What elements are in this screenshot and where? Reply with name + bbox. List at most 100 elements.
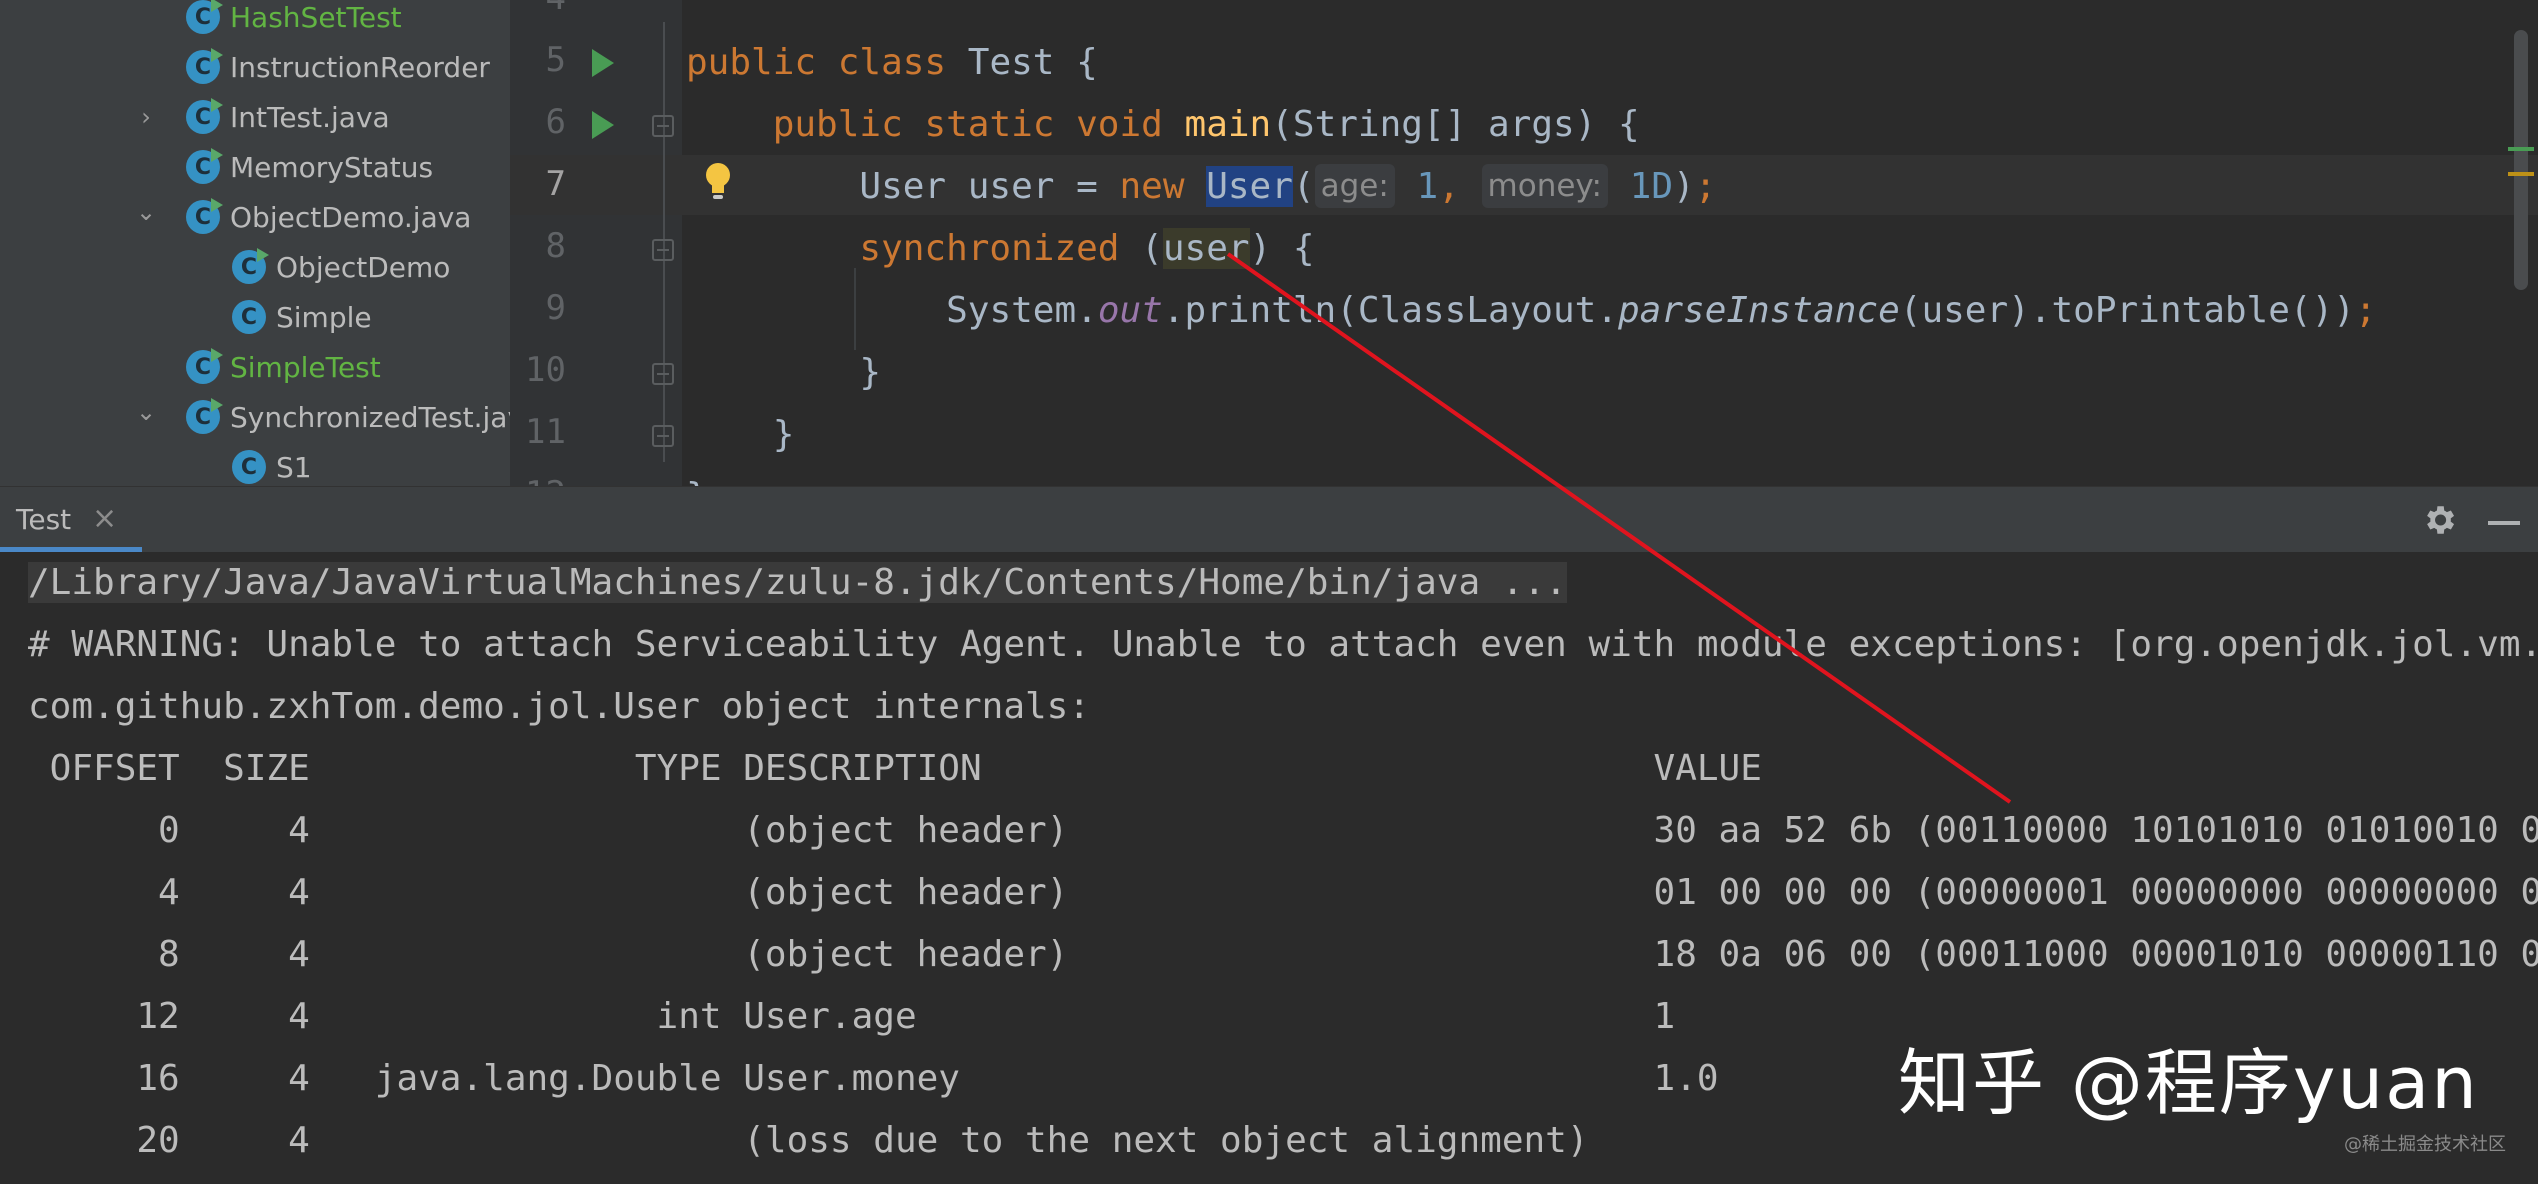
code-line-11: } xyxy=(686,405,795,465)
console-line: /Library/Java/JavaVirtualMachines/zulu-8… xyxy=(28,552,1567,614)
line-number: 5 xyxy=(545,40,566,80)
code-token: ; xyxy=(2354,290,2377,331)
code-token: System. xyxy=(946,290,1098,331)
code-token: 1 xyxy=(1416,166,1439,207)
change-marker[interactable] xyxy=(2508,147,2534,151)
tree-item-simpletest[interactable]: C SimpleTest xyxy=(0,342,510,392)
tree-item-label: Simple xyxy=(276,300,372,334)
warning-marker[interactable] xyxy=(2508,172,2534,176)
gear-icon[interactable] xyxy=(2420,501,2458,539)
line-number: 6 xyxy=(545,102,566,142)
tree-item-synchronizedtest[interactable]: ⌄ C SynchronizedTest.java xyxy=(0,392,510,442)
tree-item-label: IntTest.java xyxy=(230,100,390,134)
tab-label: Test xyxy=(16,503,72,536)
close-icon[interactable]: × xyxy=(92,501,117,536)
code-token: ( xyxy=(1292,166,1315,207)
code-token: ) { xyxy=(1249,228,1315,269)
code-token: ) xyxy=(1673,166,1695,207)
fold-icon[interactable] xyxy=(652,239,674,261)
watermark-small: @稀土掘金技术社区 xyxy=(2344,1134,2506,1155)
code-line-7: User user = new User(age: 1, money: 1D); xyxy=(686,157,1716,217)
fold-icon[interactable] xyxy=(652,115,674,137)
line-number: 10 xyxy=(525,350,566,390)
line-number: 7 xyxy=(545,164,566,204)
class-icon: C xyxy=(232,450,266,484)
console-line: 12 4 int User.age 1 xyxy=(28,996,1676,1037)
code-token: .println(ClassLayout. xyxy=(1162,290,1618,331)
run-class-icon[interactable] xyxy=(592,49,614,77)
code-token-selected: User xyxy=(1206,166,1293,207)
code-token: synchronized xyxy=(859,228,1120,269)
chevron-down-icon[interactable]: ⌄ xyxy=(134,400,158,424)
tree-item-label: SimpleTest xyxy=(230,350,381,384)
class-icon: C xyxy=(186,198,223,234)
code-token: 1D xyxy=(1629,166,1674,207)
class-icon: C xyxy=(232,248,269,284)
code-token: class xyxy=(837,42,947,83)
minimize-icon[interactable] xyxy=(2488,521,2520,525)
console-line: 20 4 (loss due to the next object alignm… xyxy=(28,1120,1589,1161)
tree-item-label: InstructionReorder xyxy=(230,50,490,84)
code-token: ; xyxy=(1694,166,1717,207)
tree-item-s1[interactable]: C S1 xyxy=(0,442,510,486)
class-icon: C xyxy=(186,398,223,434)
code-token: (user).toPrintable()) xyxy=(1899,290,2355,331)
tree-item-hashsettest[interactable]: C HashSetTest xyxy=(0,0,510,42)
tree-item-label: S1 xyxy=(276,450,312,484)
code-token: } xyxy=(859,352,882,393)
code-line-8: synchronized (user) { xyxy=(686,219,1315,279)
console-line: 0 4 (object header) 30 aa 52 6b (0011000… xyxy=(28,810,2538,851)
tree-item-label: ObjectDemo.java xyxy=(230,200,472,234)
code-token: public static void xyxy=(772,104,1163,145)
console-line: OFFSET SIZE TYPE DESCRIPTION VALUE xyxy=(28,748,1762,789)
line-number: 11 xyxy=(525,412,566,452)
code-token: new xyxy=(1119,166,1185,207)
fold-icon[interactable] xyxy=(652,425,674,447)
watermark: 知乎 @程序yuan xyxy=(1898,1041,2479,1125)
console-line: com.github.zxhTom.demo.jol.User object i… xyxy=(28,686,1091,727)
code-token: User user = xyxy=(859,166,1120,207)
console-line: 16 4 java.lang.Double User.money 1.0 xyxy=(28,1058,1719,1099)
line-number: 4 xyxy=(510,0,566,18)
tree-item-label: HashSetTest xyxy=(230,0,402,34)
code-token: main xyxy=(1184,104,1272,145)
code-token: ( xyxy=(1119,228,1163,269)
run-toolwindow-header: Test × xyxy=(0,486,2538,553)
tab-test[interactable]: Test × xyxy=(0,487,142,553)
editor-scrollbar[interactable] xyxy=(2514,30,2528,290)
chevron-down-icon[interactable]: ⌄ xyxy=(134,200,158,224)
tree-item-memorystatus[interactable]: C MemoryStatus xyxy=(0,142,510,192)
tree-item-objectdemo-java[interactable]: ⌄ C ObjectDemo.java xyxy=(0,192,510,242)
class-icon: C xyxy=(186,0,223,34)
console-command[interactable]: /Library/Java/JavaVirtualMachines/zulu-8… xyxy=(28,562,1567,603)
console-line: # WARNING: Unable to attach Serviceabili… xyxy=(28,624,2538,665)
tree-item-label: SynchronizedTest.java xyxy=(230,400,510,434)
tree-item-simple[interactable]: C Simple xyxy=(0,292,510,342)
chevron-right-icon[interactable]: › xyxy=(134,105,158,129)
line-number: 8 xyxy=(545,226,566,266)
code-token: parseInstance xyxy=(1618,290,1900,331)
code-token: Test { xyxy=(946,42,1098,83)
class-icon: C xyxy=(186,48,223,84)
param-hint-age: age: xyxy=(1314,164,1395,208)
line-number: 9 xyxy=(545,288,566,328)
class-icon: C xyxy=(186,98,223,134)
run-main-icon[interactable] xyxy=(592,111,614,139)
console-line: 8 4 (object header) 18 0a 06 00 (0001100… xyxy=(28,934,2538,975)
tree-item-instructionreorder[interactable]: C InstructionReorder xyxy=(0,42,510,92)
code-token: } xyxy=(772,414,795,455)
class-icon: C xyxy=(186,348,223,384)
class-icon: C xyxy=(232,300,266,334)
fold-icon[interactable] xyxy=(652,363,674,385)
code-token: , xyxy=(1438,166,1460,207)
tree-item-inttest[interactable]: › C IntTest.java xyxy=(0,92,510,142)
param-hint-money: money: xyxy=(1481,164,1608,208)
tree-item-objectdemo[interactable]: C ObjectDemo xyxy=(0,242,510,292)
code-token: public xyxy=(686,42,817,83)
project-tree: C HashSetTest C InstructionReorder › C I… xyxy=(0,0,510,486)
code-token: out xyxy=(1097,290,1163,331)
class-icon: C xyxy=(186,148,223,184)
console-line: 4 4 (object header) 01 00 00 00 (0000000… xyxy=(28,872,2538,913)
code-line-10: } xyxy=(686,343,881,403)
code-token: (String[] args) { xyxy=(1271,104,1640,145)
